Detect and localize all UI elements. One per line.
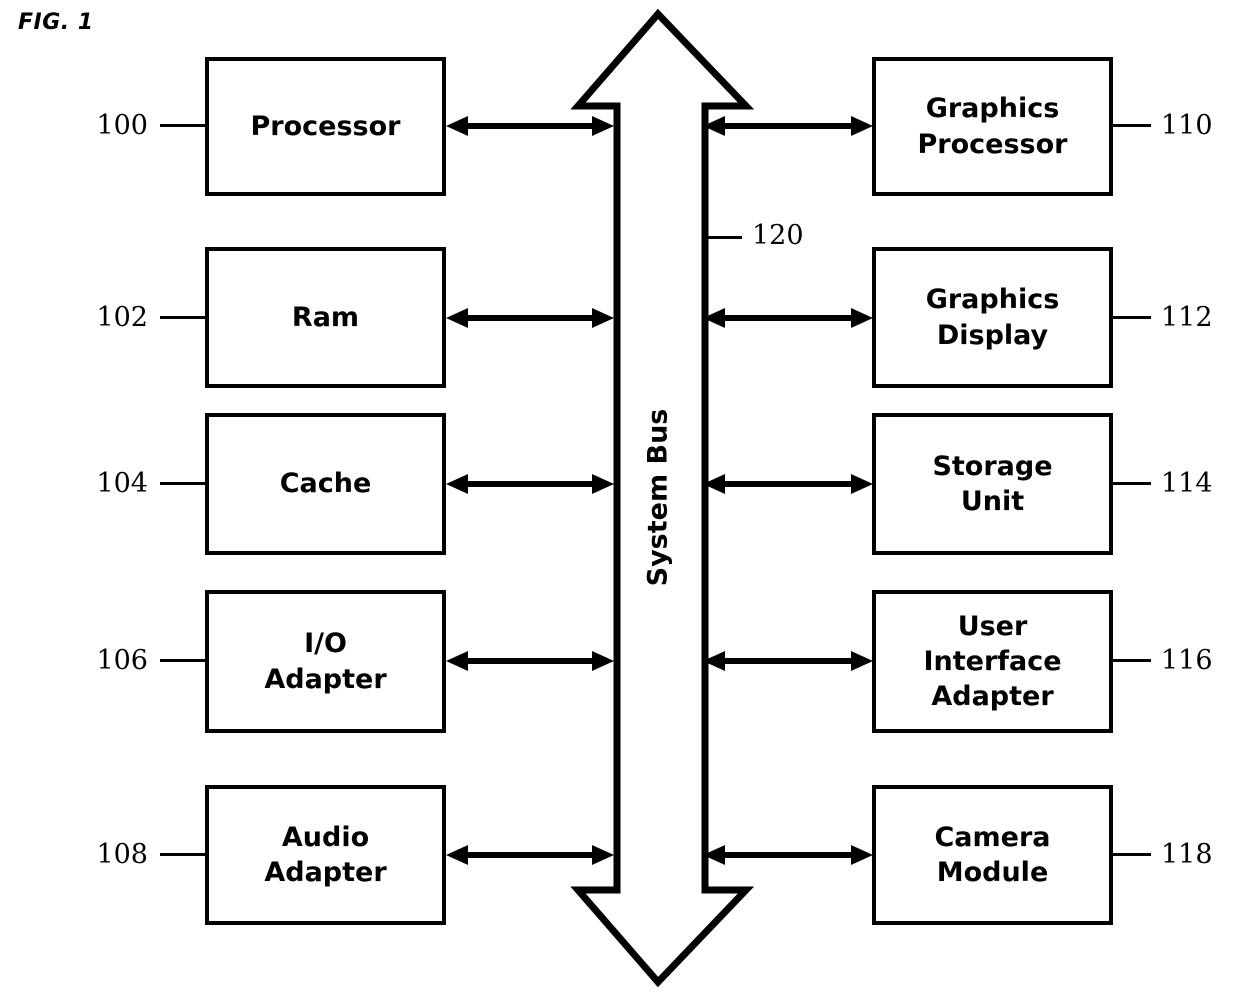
connector-bus-user-interface-adapter: [703, 649, 873, 673]
ref-num-110: 110: [1161, 110, 1213, 141]
connector-ram-bus: [446, 306, 614, 330]
leader-line-100: [160, 124, 205, 127]
connector-io-adapter-bus: [446, 649, 614, 673]
block-processor[interactable]: Processor: [205, 57, 446, 196]
block-graphics-processor-label: Graphics Processor: [917, 93, 1068, 160]
leader-line-110: [1113, 124, 1151, 127]
connector-bus-camera-module: [703, 843, 873, 867]
system-bus-arrow: [570, 6, 754, 988]
block-processor-label: Processor: [250, 110, 401, 142]
block-graphics-display[interactable]: Graphics Display: [872, 247, 1113, 388]
ref-num-102: 102: [96, 302, 148, 333]
connector-bus-storage-unit: [703, 472, 873, 496]
block-storage-unit-label: Storage Unit: [932, 450, 1053, 517]
connector-audio-adapter-bus: [446, 843, 614, 867]
ref-num-118: 118: [1161, 839, 1213, 870]
block-io-adapter[interactable]: I/O Adapter: [205, 590, 446, 733]
leader-line-114: [1113, 482, 1151, 485]
leader-line-112: [1113, 316, 1151, 319]
leader-line-102: [160, 316, 205, 319]
leader-line-108: [160, 853, 205, 856]
block-camera-module[interactable]: Camera Module: [872, 785, 1113, 925]
connector-bus-graphics-processor: [703, 114, 873, 138]
connector-processor-bus: [446, 114, 614, 138]
block-storage-unit[interactable]: Storage Unit: [872, 413, 1113, 555]
ref-num-104: 104: [96, 468, 148, 499]
block-camera-module-label: Camera Module: [934, 821, 1051, 888]
ref-num-120: 120: [752, 220, 804, 251]
ref-num-112: 112: [1161, 302, 1213, 333]
figure-canvas: FIG. 1 Processor Ram Cache I/O Adapter A…: [0, 0, 1240, 994]
block-user-interface-adapter[interactable]: User Interface Adapter: [872, 590, 1113, 733]
block-user-interface-adapter-label: User Interface Adapter: [923, 610, 1062, 713]
leader-line-118: [1113, 853, 1151, 856]
ref-num-106: 106: [96, 645, 148, 676]
block-ram[interactable]: Ram: [205, 247, 446, 388]
leader-line-120: [706, 236, 742, 239]
block-audio-adapter-label: Audio Adapter: [264, 821, 387, 888]
block-graphics-processor[interactable]: Graphics Processor: [872, 57, 1113, 196]
connector-cache-bus: [446, 472, 614, 496]
ref-num-100: 100: [96, 110, 148, 141]
block-cache[interactable]: Cache: [205, 413, 446, 555]
block-io-adapter-label: I/O Adapter: [264, 628, 387, 695]
leader-line-104: [160, 482, 205, 485]
connector-bus-graphics-display: [703, 306, 873, 330]
block-cache-label: Cache: [279, 468, 372, 500]
ref-num-116: 116: [1161, 645, 1213, 676]
system-bus-outline: [570, 8, 754, 988]
figure-label: FIG. 1: [18, 10, 94, 35]
block-graphics-display-label: Graphics Display: [925, 284, 1060, 351]
ref-num-114: 114: [1161, 468, 1213, 499]
block-audio-adapter[interactable]: Audio Adapter: [205, 785, 446, 925]
system-bus-shape: [570, 8, 754, 988]
leader-line-116: [1113, 659, 1151, 662]
leader-line-106: [160, 659, 205, 662]
block-ram-label: Ram: [291, 301, 360, 333]
ref-num-108: 108: [96, 839, 148, 870]
